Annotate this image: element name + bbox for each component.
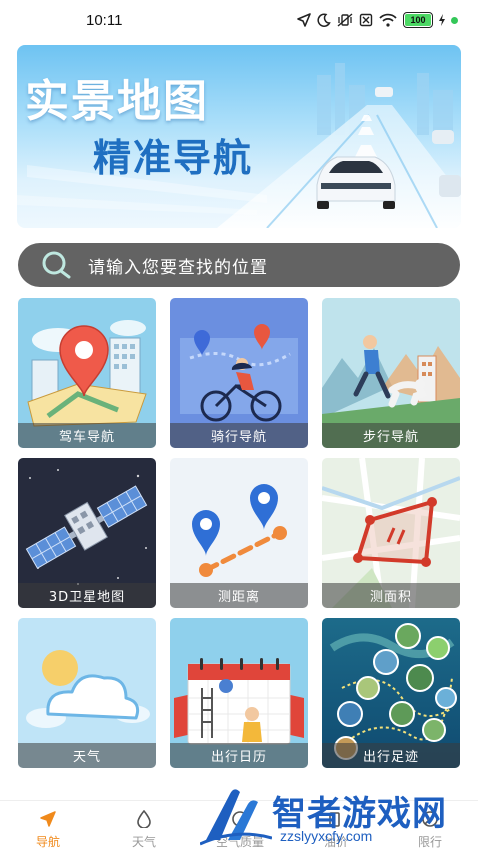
no-sim-icon [359, 13, 373, 27]
status-dot [451, 16, 458, 24]
search-bar[interactable]: 请输入您要查找的位置 [18, 243, 460, 287]
status-bar: 10:11 100 [0, 0, 478, 44]
tile-label: 天气 [18, 743, 156, 768]
charging-bolt-icon [439, 14, 445, 26]
tile-label: 出行足迹 [322, 743, 460, 768]
tile-weather[interactable]: 天气 [18, 618, 156, 768]
tile-3d-satellite-map[interactable]: 3D卫星地图 [18, 458, 156, 608]
nav-label: 天气 [131, 835, 156, 849]
tile-label: 测距离 [170, 583, 308, 608]
search-placeholder: 请输入您要查找的位置 [88, 257, 268, 278]
tile-label: 步行导航 [322, 423, 460, 448]
banner-subtitle: 精准导航 [93, 136, 254, 180]
status-icons: 100 [297, 12, 458, 28]
tile-label: 3D卫星地图 [18, 583, 156, 608]
navigation-arrow-icon [39, 809, 57, 829]
watermark: 智者游戏网 zzslyyxcfy.com [200, 780, 478, 850]
tile-label: 出行日历 [170, 743, 308, 768]
nav-tab-weather[interactable]: 天气 [104, 801, 184, 850]
status-time: 10:11 [86, 12, 123, 29]
tile-measure-area[interactable]: 测面积 [322, 458, 460, 608]
tile-label: 驾车导航 [18, 423, 156, 448]
tile-label: 骑行导航 [170, 423, 308, 448]
battery-level: 100 [410, 15, 426, 25]
tile-driving-navigation[interactable]: 驾车导航 [18, 298, 156, 448]
tile-travel-footprint[interactable]: 出行足迹 [322, 618, 460, 768]
tile-walking-navigation[interactable]: 步行导航 [322, 298, 460, 448]
tile-label: 测面积 [322, 583, 460, 608]
vibrate-off-icon [337, 13, 353, 27]
banner-title: 实景地图 [25, 76, 209, 127]
moon-icon [317, 13, 331, 27]
search-icon [36, 243, 76, 287]
tile-cycling-navigation[interactable]: 骑行导航 [170, 298, 308, 448]
watermark-url: zzslyyxcfy.com [280, 828, 373, 844]
watermark-logo-icon [200, 789, 272, 846]
nav-label: 导航 [35, 835, 60, 849]
hero-banner[interactable]: 实景地图 精准导航 [17, 45, 461, 228]
water-drop-icon [136, 809, 152, 829]
nav-tab-navigation[interactable]: 导航 [8, 801, 88, 850]
tile-travel-calendar[interactable]: 出行日历 [170, 618, 308, 768]
wifi-icon [379, 13, 397, 27]
tile-measure-distance[interactable]: 测距离 [170, 458, 308, 608]
battery-indicator: 100 [403, 12, 433, 28]
location-arrow-icon [297, 13, 311, 27]
